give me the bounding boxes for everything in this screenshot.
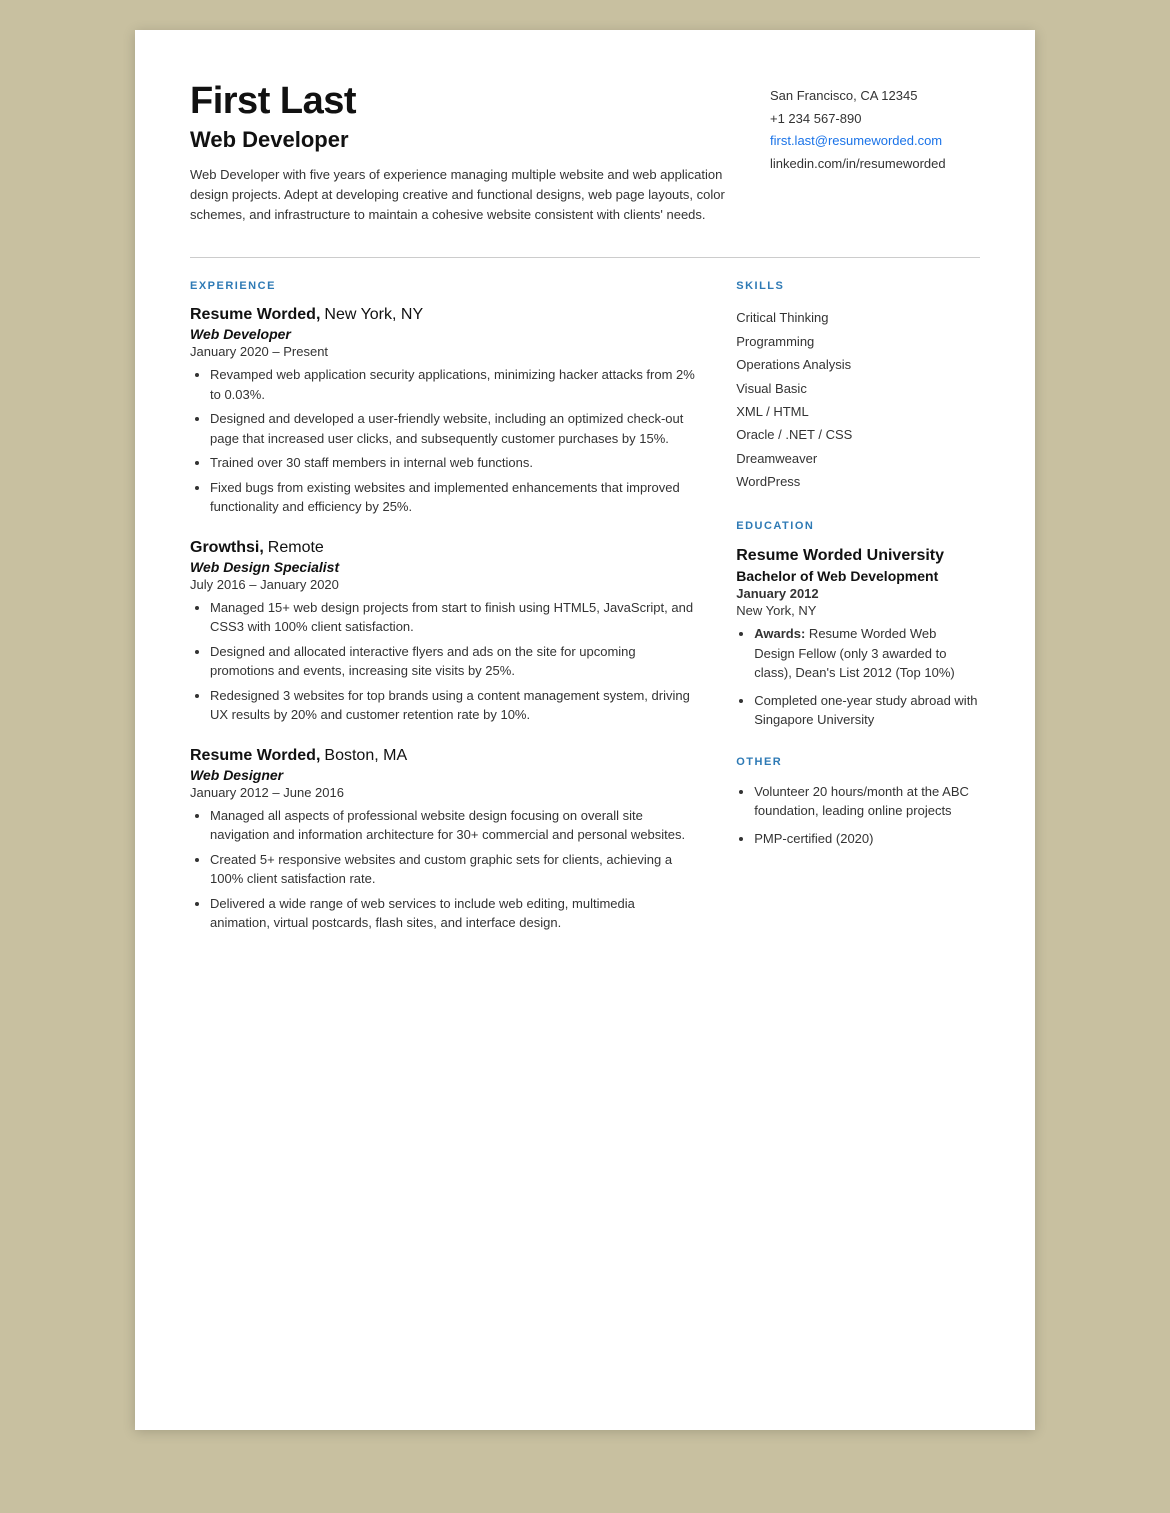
candidate-title: Web Developer [190,127,740,153]
contact-email[interactable]: first.last@resumeworded.com [770,131,980,151]
email-link[interactable]: first.last@resumeworded.com [770,133,942,148]
skill-4: Visual Basic [736,377,980,400]
exp-company-location-2: Remote [268,539,324,556]
skill-2: Programming [736,330,980,353]
edu-school: Resume Worded University [736,546,980,567]
header-right: San Francisco, CA 12345 +1 234 567-890 f… [770,80,980,176]
header-divider [190,257,980,258]
edu-date: January 2012 [736,586,980,601]
exp-company-name-2: Growthsi, [190,539,264,556]
exp-bullet-1-4: Fixed bugs from existing websites and im… [210,478,696,517]
exp-bullet-2-1: Managed 15+ web design projects from sta… [210,598,696,637]
skills-section: SKILLS Critical Thinking Programming Ope… [736,280,980,493]
edu-bullet-2-text: Completed one-year study abroad with Sin… [754,693,977,728]
exp-block-2: Growthsi, Remote Web Design Specialist J… [190,539,696,725]
exp-company-2: Growthsi, Remote [190,539,696,557]
exp-company-name-1: Resume Worded, [190,306,320,323]
exp-bullet-1-1: Revamped web application security applic… [210,365,696,404]
exp-title-2: Web Design Specialist [190,559,696,575]
resume-page: First Last Web Developer Web Developer w… [135,30,1035,1430]
other-section: OTHER Volunteer 20 hours/month at the AB… [736,756,980,849]
candidate-name: First Last [190,80,740,123]
skill-8: WordPress [736,470,980,493]
exp-company-name-3: Resume Worded, [190,747,320,764]
exp-company-location-3: Boston, MA [324,747,407,764]
exp-bullet-2-3: Redesigned 3 websites for top brands usi… [210,686,696,725]
other-bullets: Volunteer 20 hours/month at the ABC foun… [736,782,980,849]
experience-heading: EXPERIENCE [190,280,696,292]
exp-title-3: Web Designer [190,767,696,783]
col-right: SKILLS Critical Thinking Programming Ope… [736,280,980,955]
contact-phone: +1 234 567-890 [770,109,980,129]
skill-7: Dreamweaver [736,447,980,470]
skill-6: Oracle / .NET / CSS [736,423,980,446]
header-section: First Last Web Developer Web Developer w… [190,80,980,225]
exp-dates-3: January 2012 – June 2016 [190,785,696,800]
skills-list: Critical Thinking Programming Operations… [736,306,980,493]
exp-bullets-3: Managed all aspects of professional webs… [190,806,696,933]
exp-bullet-3-2: Created 5+ responsive websites and custo… [210,850,696,889]
exp-dates-2: July 2016 – January 2020 [190,577,696,592]
exp-bullet-3-1: Managed all aspects of professional webs… [210,806,696,845]
edu-bullets: Awards: Resume Worded Web Design Fellow … [736,624,980,730]
exp-bullet-1-3: Trained over 30 staff members in interna… [210,453,696,473]
education-heading: EDUCATION [736,520,980,532]
edu-bullet-1-label: Awards: [754,626,805,641]
edu-degree: Bachelor of Web Development [736,568,980,584]
exp-bullet-1-2: Designed and developed a user-friendly w… [210,409,696,448]
exp-company-3: Resume Worded, Boston, MA [190,747,696,765]
candidate-summary: Web Developer with five years of experie… [190,165,740,225]
edu-location: New York, NY [736,603,980,618]
contact-linkedin: linkedin.com/in/resumeworded [770,154,980,174]
edu-bullet-2: Completed one-year study abroad with Sin… [754,691,980,730]
other-bullet-2: PMP-certified (2020) [754,829,980,849]
exp-block-3: Resume Worded, Boston, MA Web Designer J… [190,747,696,933]
exp-dates-1: January 2020 – Present [190,344,696,359]
header-left: First Last Web Developer Web Developer w… [190,80,770,225]
exp-bullets-1: Revamped web application security applic… [190,365,696,517]
exp-title-1: Web Developer [190,326,696,342]
col-left: EXPERIENCE Resume Worded, New York, NY W… [190,280,696,955]
contact-address: San Francisco, CA 12345 [770,86,980,106]
education-section: EDUCATION Resume Worded University Bache… [736,520,980,730]
edu-bullet-1: Awards: Resume Worded Web Design Fellow … [754,624,980,683]
skill-3: Operations Analysis [736,353,980,376]
exp-bullet-2-2: Designed and allocated interactive flyer… [210,642,696,681]
exp-company-location-1: New York, NY [324,306,423,323]
exp-block-1: Resume Worded, New York, NY Web Develope… [190,306,696,517]
other-heading: OTHER [736,756,980,768]
exp-company-1: Resume Worded, New York, NY [190,306,696,324]
exp-bullets-2: Managed 15+ web design projects from sta… [190,598,696,725]
skills-heading: SKILLS [736,280,980,292]
exp-bullet-3-3: Delivered a wide range of web services t… [210,894,696,933]
main-columns: EXPERIENCE Resume Worded, New York, NY W… [190,280,980,955]
other-bullet-1: Volunteer 20 hours/month at the ABC foun… [754,782,980,821]
skill-5: XML / HTML [736,400,980,423]
skill-1: Critical Thinking [736,306,980,329]
